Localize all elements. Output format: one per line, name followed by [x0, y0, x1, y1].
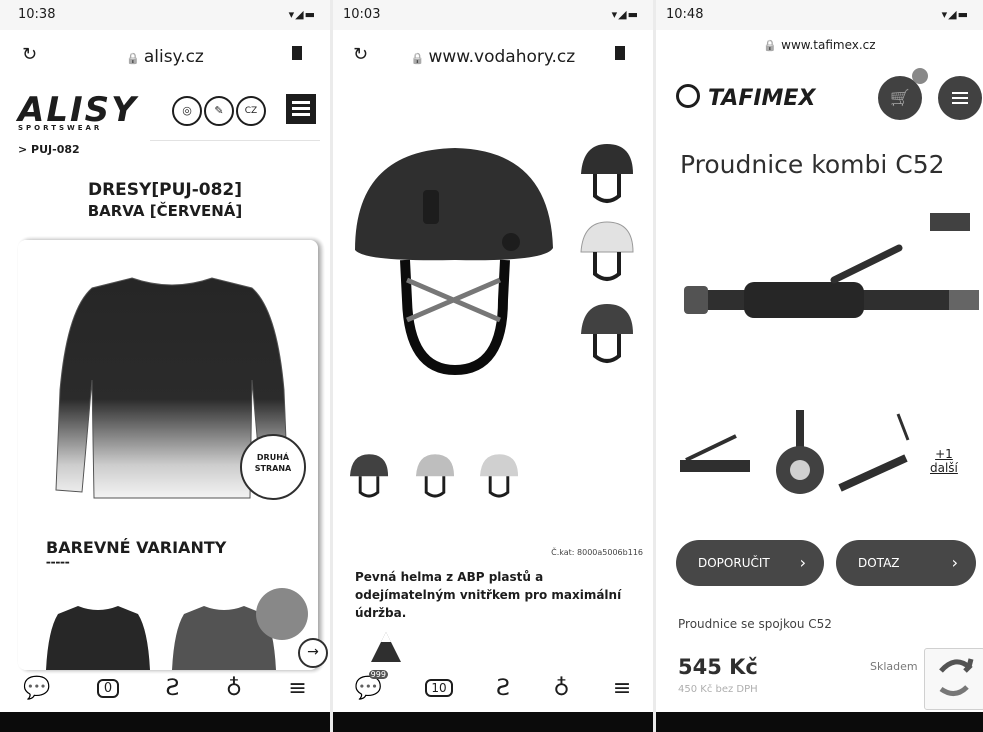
nozzle-main-image[interactable] [684, 230, 983, 360]
browser-url-bar: 🔒 www.tafimex.cz [656, 30, 983, 64]
more-images-link[interactable]: +1 další [930, 447, 958, 475]
helmet-main-image[interactable] [345, 130, 565, 380]
divider [150, 140, 320, 141]
product-code: Č.kat: 8000a5006b116 [551, 548, 643, 557]
variant-shirt-1[interactable] [44, 600, 152, 670]
leaf-icon[interactable]: ✎ [204, 96, 234, 126]
system-nav-bar [0, 712, 330, 732]
product-subtitle: Proudnice se spojkou C52 [678, 617, 832, 631]
vodahory-panel: 10:03 ▾◢▬ ↻ 🔒 www.vodahory.cz Č.kat: 8000… [333, 0, 653, 732]
language-switch[interactable]: CZ [236, 96, 266, 126]
user-icon[interactable]: ◎ [172, 96, 202, 126]
logo-s-icon[interactable]: Ƨ [166, 676, 180, 701]
product-color: BARVA [ČERVENÁ] [87, 202, 243, 220]
ear-icon[interactable]: ♁ [226, 676, 242, 701]
price-without-vat: 450 Kč bez DPH [678, 684, 758, 695]
chat-icon[interactable]: 💬 [23, 676, 50, 701]
chevron-right-icon: › [799, 553, 806, 572]
logo-subtitle: SPORTSWEAR [18, 124, 103, 132]
ear-icon[interactable]: ♁ [553, 676, 569, 701]
tafimex-panel: 10:48 ▾◢▬ 🔒 www.tafimex.cz TAFIMEX 🛒 Prou… [656, 0, 983, 732]
badge-line-2: STRANA [254, 464, 292, 473]
recommend-button[interactable]: DOPORUČIT › [676, 540, 824, 586]
browser-url-bar: ↻ 🔒 www.vodahory.cz [333, 30, 653, 80]
hamburger-menu-icon[interactable] [938, 76, 982, 120]
stock-status: Skladem [870, 660, 918, 673]
product-description: Pevná helma z ABP plastů a odejímatelným… [355, 570, 622, 620]
mountain-icon [371, 632, 401, 662]
other-side-badge[interactable]: DRUHÁ STRANA [240, 434, 306, 500]
recaptcha-badge[interactable] [924, 648, 983, 710]
color-variant-1[interactable] [347, 450, 391, 504]
site-logo[interactable]: TAFIMEX [676, 84, 815, 111]
helmet-thumb-1[interactable] [577, 140, 637, 210]
color-variant-2[interactable] [413, 450, 457, 504]
bookmark-icon[interactable] [615, 46, 625, 60]
scroll-top-button[interactable] [256, 588, 308, 640]
nozzle-thumb-1[interactable] [676, 410, 756, 500]
status-bar: 10:48 ▾◢▬ [656, 0, 983, 30]
cart-count[interactable]: 10 [425, 679, 453, 697]
badge-line-1: DRUHÁ [256, 453, 290, 462]
status-bar: 10:03 ▾◢▬ [333, 0, 653, 30]
address-field[interactable]: 🔒 www.vodahory.cz [333, 47, 653, 67]
status-time: 10:48 [666, 7, 704, 22]
color-variant-3[interactable] [477, 450, 521, 504]
lock-icon: 🔒 [126, 52, 140, 65]
lock-icon: 🔒 [763, 39, 778, 52]
address-field[interactable]: 🔒 alisy.cz [0, 47, 330, 67]
bottom-nav: 💬 999 10 Ƨ ♁ ≡ [333, 668, 653, 708]
product-title: DRESY[PUJ-082] [87, 180, 243, 200]
recommend-label: DOPORUČIT [698, 556, 770, 570]
bottom-nav: 💬 0 Ƨ ♁ ≡ [0, 668, 330, 708]
status-bar: 10:38 ▾◢▬ [0, 0, 330, 30]
menu-icon[interactable]: ≡ [288, 676, 306, 701]
browser-url-bar: ↻ 🔒 alisy.cz [0, 30, 330, 80]
chat-badge: 999 [368, 669, 388, 679]
url-text: www.vodahory.cz [428, 47, 576, 67]
nozzle-thumb-2[interactable] [760, 410, 840, 500]
nozzle-thumb-3[interactable] [836, 410, 916, 500]
cart-badge [912, 68, 928, 84]
variants-title: BAREVNÉ VARIANTY [46, 538, 227, 557]
wifi-signal-battery-icon: ▾◢▬ [288, 8, 316, 21]
chevron-right-icon: › [951, 553, 958, 572]
product-title: Proudnice kombi C52 [680, 150, 945, 179]
logo-ring-icon [676, 84, 700, 108]
helmet-thumb-3[interactable] [577, 300, 637, 370]
hamburger-menu-icon[interactable] [286, 94, 316, 124]
url-text: www.tafimex.cz [781, 38, 876, 52]
status-time: 10:03 [343, 7, 381, 22]
lock-icon: 🔒 [410, 52, 425, 65]
more-count: +1 [935, 447, 953, 461]
recaptcha-icon [939, 658, 974, 696]
system-nav-bar [656, 712, 983, 732]
next-arrow-icon[interactable]: → [298, 638, 328, 668]
price: 545 Kč [678, 655, 758, 679]
system-nav-bar [333, 712, 653, 732]
chat-icon[interactable]: 💬 999 [355, 669, 388, 701]
address-field[interactable]: 🔒 www.tafimex.cz [656, 38, 983, 52]
query-button[interactable]: DOTAZ › [836, 540, 976, 586]
wifi-signal-battery-icon: ▾◢▬ [611, 8, 639, 21]
product-tag [930, 213, 970, 231]
logo-text: TAFIMEX [708, 86, 816, 111]
url-text: alisy.cz [143, 47, 204, 67]
cart-count[interactable]: 0 [96, 678, 120, 698]
bookmark-icon[interactable] [292, 46, 302, 60]
variants-underline: ▬▬▬▬▬ [46, 560, 70, 566]
query-label: DOTAZ [858, 556, 900, 570]
wifi-signal-battery-icon: ▾◢▬ [941, 8, 969, 21]
helmet-thumb-2[interactable] [577, 218, 637, 288]
more-label: další [930, 461, 958, 475]
alisy-panel: 10:38 ▾◢▬ ↻ 🔒 alisy.cz ALISY SPORTSWEAR ◎… [0, 0, 330, 732]
menu-icon[interactable]: ≡ [613, 676, 631, 701]
breadcrumb[interactable]: > PUJ-082 [18, 143, 80, 156]
logo-s-icon[interactable]: Ƨ [496, 676, 510, 701]
status-time: 10:38 [18, 7, 56, 22]
